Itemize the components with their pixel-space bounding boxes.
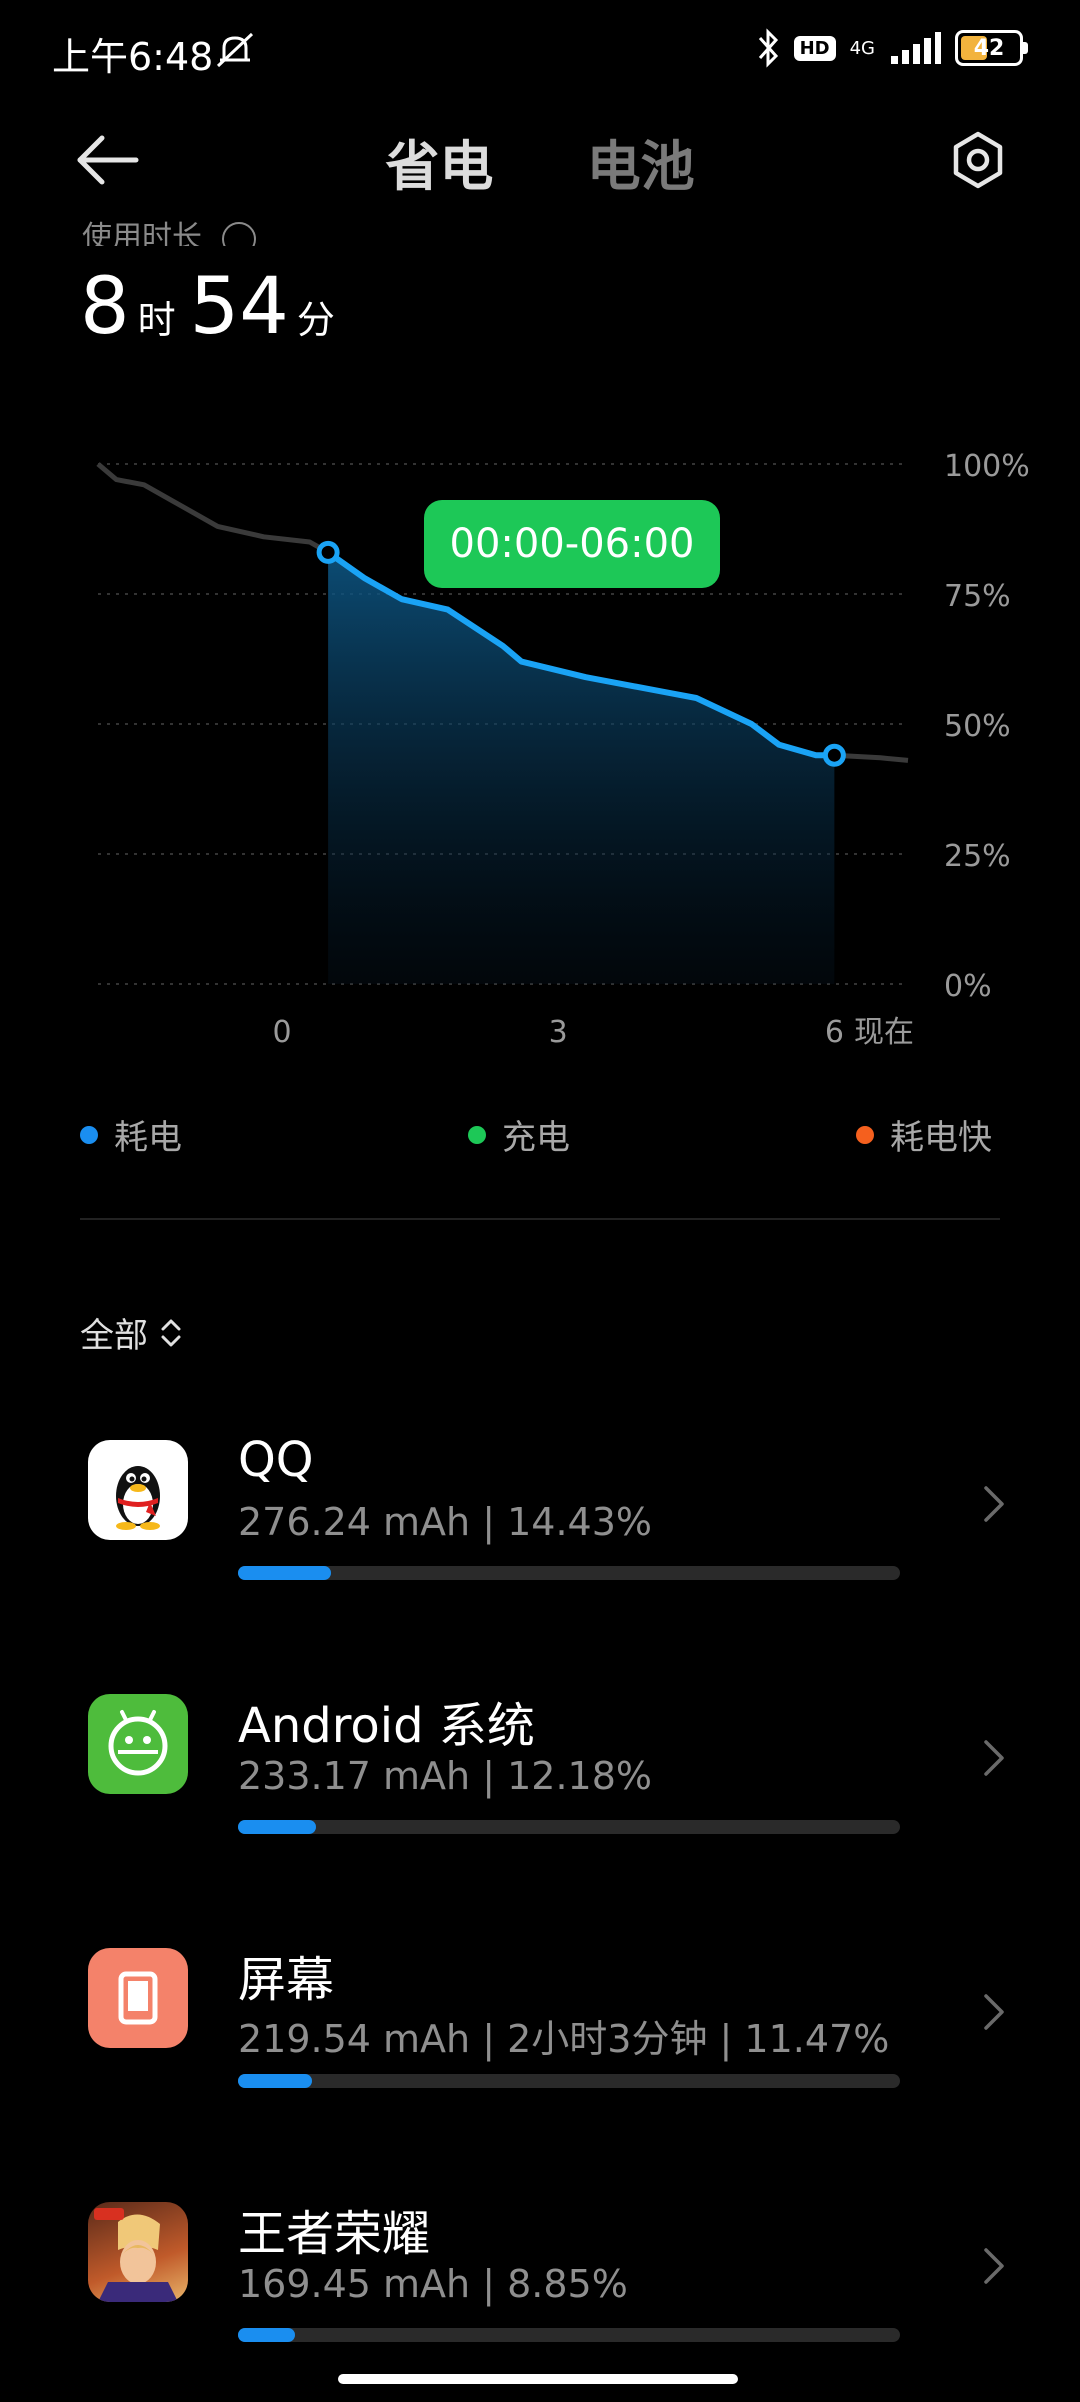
usage-bar-fill [238,1820,317,1834]
y-tick-label: 50% [944,709,1011,744]
y-tick-label: 25% [944,839,1011,874]
legend-dot-drain [80,1125,98,1144]
app-usage-detail: 276.24 mAh | 14.43% [238,1500,652,1544]
legend-item-charging: 充电 [468,1110,570,1159]
usage-minutes: 54 [189,262,289,352]
usage-bar-track [238,2074,900,2088]
app-usage-detail: 233.17 mAh | 12.18% [238,1754,652,1798]
signal-icon [891,32,941,64]
time-range-tooltip: 00:00-06:00 [424,500,720,588]
range-handle [316,540,340,564]
honor-of-kings-icon [88,2202,188,2302]
qq-penguin-icon [88,1440,188,1540]
chevron-right-icon [984,1994,1004,2030]
app-usage-detail: 219.54 mAh | 2小时3分钟 | 11.47% [238,2017,890,2061]
usage-bar-fill [238,2328,295,2342]
app-name: 王者荣耀 [238,2206,431,2262]
usage-bar-track [238,2328,900,2342]
hd-badge: HD [793,35,836,61]
legend-item-drain: 耗电 [80,1110,182,1159]
x-tick-label: 0 [273,1015,292,1050]
app-item-screen[interactable]: 屏幕 219.54 mAh | 2小时3分钟 | 11.47% [0,1948,1080,2148]
app-name: QQ [238,1432,314,1488]
y-tick-label: 100% [944,449,1030,484]
network-type: 4G [849,37,875,59]
tabs: 省电 电池 [0,122,1080,201]
status-bar: 上午6:48 HD 4G 42 [0,0,1080,100]
app-item-honor-of-kings[interactable]: 王者荣耀 169.45 mAh | 8.85% [0,2202,1080,2402]
legend-dot-charging [468,1125,486,1144]
usage-hours: 8 [80,262,130,352]
legend-dot-fast-drain [856,1125,874,1144]
app-item-qq[interactable]: QQ 276.24 mAh | 14.43% [0,1432,1080,1640]
status-right: HD 4G 42 [756,28,1028,68]
selected-area [328,552,835,984]
usage-bar-track [238,1566,900,1580]
status-time: 上午6:48 [52,35,214,79]
usage-duration: 8 时 54 分 [80,262,349,352]
x-tick-label: 现在 [854,1015,914,1050]
y-tick-label: 75% [944,579,1011,614]
mute-bell-icon [216,32,254,68]
updown-chevron-icon [161,1319,181,1346]
app-usage-detail: 169.45 mAh | 8.85% [238,2262,628,2306]
battery-icon: 42 [955,30,1028,66]
filter-dropdown[interactable]: 全部 [80,1308,182,1357]
chevron-right-icon [984,1486,1004,1522]
home-indicator[interactable] [338,2374,738,2384]
range-handle [822,743,846,767]
battery-percent: 42 [973,35,1005,61]
bluetooth-icon [758,28,778,68]
tab-battery[interactable]: 电池 [587,122,695,201]
header: 省电 电池 [0,110,1080,210]
usage-minutes-unit: 分 [296,298,335,342]
battery-chart[interactable]: 100% 75% 50% 25% 0% 0 3 6 现在 00:00-06:00 [0,430,1080,1070]
chevron-right-icon [984,2248,1004,2284]
tab-power-saving[interactable]: 省电 [385,122,493,201]
divider [80,1218,1000,1220]
chevron-right-icon [984,1740,1004,1776]
usage-duration-label: 使用时长 [82,212,256,246]
x-tick-label: 3 [549,1015,568,1050]
usage-bar-fill [238,2074,312,2088]
app-name: Android 系统 [238,1698,535,1754]
y-tick-label: 0% [944,969,992,1004]
usage-bar-fill [238,1566,331,1580]
chart-legend: 耗电 充电 耗电快 [0,1110,1080,1160]
info-icon[interactable] [221,221,256,246]
usage-hours-unit: 时 [137,298,176,342]
app-item-android-system[interactable]: Android 系统 233.17 mAh | 12.18% [0,1694,1080,1894]
filter-label: 全部 [80,1316,148,1356]
usage-bar-track [238,1820,900,1834]
app-name: 屏幕 [238,1952,335,2008]
legend-item-fast-drain: 耗电快 [856,1110,992,1159]
settings-icon[interactable] [948,130,1008,190]
screen-icon [88,1948,188,2048]
android-system-icon [88,1694,188,1794]
x-tick-label: 6 [825,1015,844,1050]
